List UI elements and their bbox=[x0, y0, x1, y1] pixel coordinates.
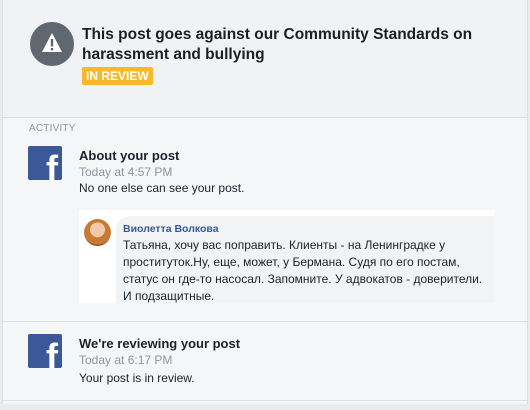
divider bbox=[3, 400, 527, 401]
facebook-icon: f bbox=[28, 146, 62, 180]
avatar[interactable] bbox=[84, 219, 111, 246]
activity-item-timestamp[interactable]: Today at 6:17 PM bbox=[79, 353, 172, 367]
violation-title: This post goes against our Community Sta… bbox=[82, 26, 473, 63]
comment-bubble: Виолетта Волкова Татьяна, хочу вас попра… bbox=[116, 216, 495, 303]
status-badge: IN REVIEW bbox=[82, 67, 153, 85]
facebook-icon: f bbox=[28, 334, 62, 368]
warning-icon bbox=[30, 22, 74, 66]
activity-item-title: About your post bbox=[79, 148, 180, 163]
reported-post-preview: Виолетта Волкова Татьяна, хочу вас попра… bbox=[79, 210, 495, 303]
activity-section-label: ACTIVITY bbox=[29, 123, 76, 134]
divider bbox=[3, 321, 527, 322]
activity-item-title: We're reviewing your post bbox=[79, 336, 241, 351]
violation-header: This post goes against our Community Sta… bbox=[3, 0, 527, 118]
activity-item-text: No one else can see your post. bbox=[79, 181, 245, 195]
activity-item-text: Your post is in review. bbox=[79, 371, 195, 385]
activity-item-timestamp[interactable]: Today at 4:57 PM bbox=[79, 165, 172, 179]
comment-author-link[interactable]: Виолетта Волкова bbox=[123, 223, 219, 235]
comment-text: Татьяна, хочу вас поправить. Клиенты - н… bbox=[123, 238, 483, 303]
activity-panel: This post goes against our Community Sta… bbox=[2, 0, 528, 404]
